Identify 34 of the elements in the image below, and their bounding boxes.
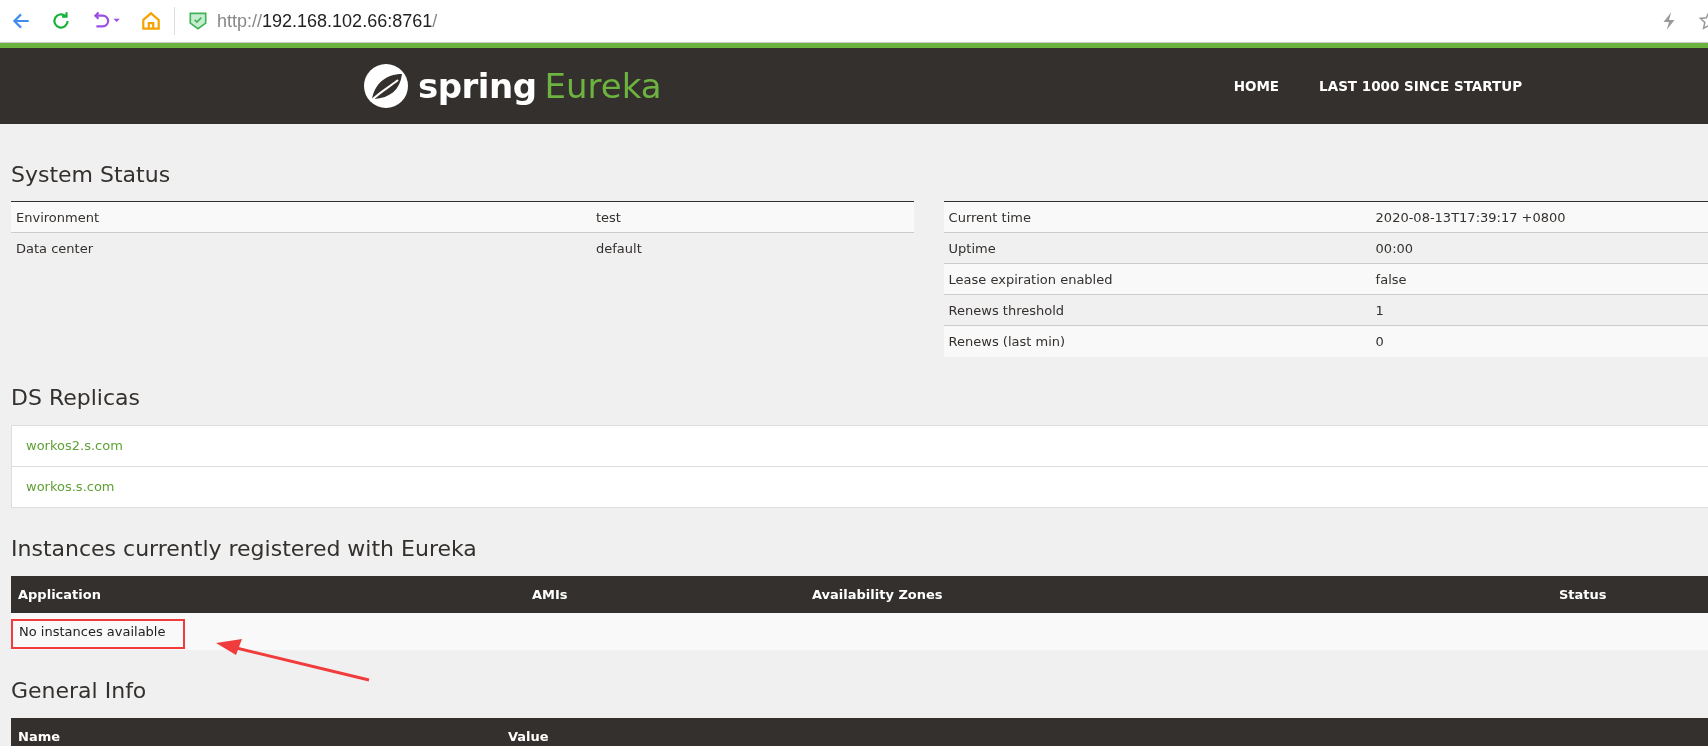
section-heading: DS Replicas	[11, 383, 140, 412]
nav-link[interactable]: HOME	[1233, 78, 1280, 94]
table-cell: 00:00	[1370, 232, 1708, 264]
table-cell: Renews threshold	[943, 294, 1371, 326]
table-cell: Renews (last min)	[943, 325, 1371, 357]
shield-icon	[187, 10, 209, 32]
column-header: Availability Zones	[812, 586, 944, 602]
logo-text: spring	[418, 66, 537, 106]
table-cell: 1	[1370, 294, 1708, 326]
table-cell: Environment	[11, 201, 591, 233]
table-cell: default	[591, 232, 914, 264]
table-cell: false	[1370, 263, 1708, 295]
logo-product-text: Eureka	[544, 66, 662, 106]
table-cell: 0	[1370, 325, 1708, 357]
home-icon[interactable]	[140, 10, 162, 32]
column-header: Value	[508, 728, 550, 744]
empty-message: No instances available	[19, 623, 166, 639]
table-cell: test	[591, 201, 914, 233]
column-header: AMIs	[532, 586, 569, 602]
address-field[interactable]: http://192.168.102.66:8761/	[217, 10, 438, 32]
table-cell: Lease expiration enabled	[943, 263, 1371, 295]
section-heading: General Info	[11, 676, 147, 705]
section-heading: Instances currently registered with Eureka	[11, 534, 477, 563]
leaf-logo-icon	[362, 62, 410, 110]
reload-icon[interactable]	[50, 10, 72, 32]
table-cell: Current time	[943, 201, 1371, 233]
table-cell: Uptime	[943, 232, 1371, 264]
column-header: Name	[18, 728, 61, 744]
nav-link[interactable]: LAST 1000 SINCE STARTUP	[1319, 78, 1523, 94]
table-cell: 2020-08-13T17:39:17 +0800	[1370, 201, 1708, 233]
table-cell: Data center	[11, 232, 591, 264]
section-heading: System Status	[11, 161, 171, 189]
column-header: Status	[1559, 586, 1608, 602]
column-header: Application	[18, 586, 102, 602]
